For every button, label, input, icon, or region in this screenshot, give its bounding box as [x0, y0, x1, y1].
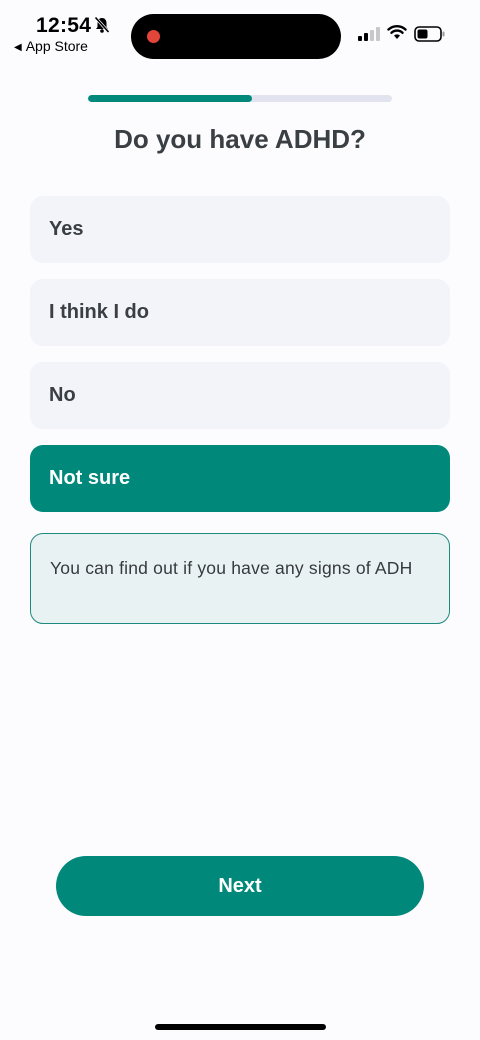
option-not-sure[interactable]: Not sure: [30, 445, 450, 512]
option-i-think-i-do[interactable]: I think I do: [30, 279, 450, 346]
option-no[interactable]: No: [30, 362, 450, 429]
wifi-icon: [387, 24, 407, 45]
status-time: 12:54: [36, 14, 92, 37]
home-indicator[interactable]: [155, 1024, 326, 1030]
option-label: Yes: [49, 218, 84, 240]
option-label: I think I do: [49, 301, 149, 323]
option-label: No: [49, 384, 76, 406]
battery-icon: [414, 26, 446, 47]
back-app-label: App Store: [25, 38, 88, 54]
next-button-label: Next: [218, 874, 262, 897]
option-label: Not sure: [49, 467, 131, 489]
hint-box: You can find out if you have any signs o…: [30, 533, 450, 624]
progress-bar: [88, 95, 392, 102]
next-button[interactable]: Next: [56, 856, 424, 916]
status-bar: 12:54 ◀ App Store: [0, 0, 480, 64]
dynamic-island: [131, 14, 341, 59]
back-to-app-store[interactable]: ◀ App Store: [14, 38, 88, 54]
bell-slash-icon: [94, 16, 110, 39]
hint-text: You can find out if you have any signs o…: [50, 558, 413, 578]
progress-fill: [88, 95, 253, 102]
back-triangle-icon: ◀: [14, 42, 22, 53]
recording-indicator-icon: [147, 30, 160, 43]
cellular-signal-icon: [358, 27, 380, 46]
question-title: Do you have ADHD?: [114, 124, 366, 154]
option-yes[interactable]: Yes: [30, 196, 450, 263]
